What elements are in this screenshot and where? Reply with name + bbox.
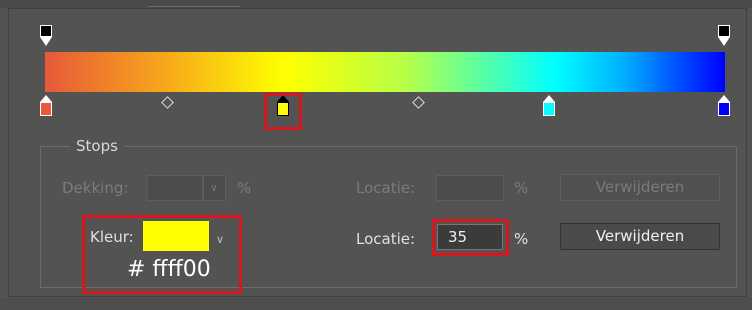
opacity-location-label: Locatie: [356, 179, 416, 197]
opacity-input[interactable] [147, 175, 203, 201]
color-highlight [82, 215, 242, 294]
color-stop-pointer [718, 95, 730, 102]
color-stop-pointer [543, 95, 555, 102]
top-edge [0, 0, 752, 8]
opacity-location-input[interactable] [436, 175, 504, 201]
bottom-strip [0, 298, 752, 310]
color-stop-2[interactable] [543, 95, 555, 120]
chevron-down-icon: ∨ [210, 181, 219, 194]
color-stop-0[interactable] [40, 95, 52, 120]
location-highlight [432, 219, 509, 256]
color-stop-swatch [543, 102, 555, 116]
opacity-stop-pointer [718, 37, 730, 46]
color-stop-3[interactable] [718, 95, 730, 120]
color-stop-swatch [718, 102, 730, 116]
opacity-label: Dekking: [62, 179, 129, 197]
opacity-stop-right[interactable] [718, 25, 730, 48]
gradient-bar[interactable] [45, 52, 725, 92]
stops-group-title: Stops [70, 137, 124, 155]
opacity-stop-left[interactable] [40, 25, 52, 48]
opacity-delete-button[interactable]: Verwijderen [560, 174, 720, 201]
opacity-unit: % [237, 179, 252, 197]
color-location-label: Locatie: [356, 230, 416, 248]
opacity-location-unit: % [514, 179, 529, 197]
opacity-stop-square [718, 25, 730, 37]
opacity-dropdown[interactable]: ∨ [203, 175, 226, 201]
color-stop-pointer [40, 95, 52, 102]
color-stop-swatch [40, 102, 52, 116]
selected-stop-highlight [264, 93, 302, 130]
opacity-stop-square [40, 25, 52, 37]
top-tab-notch [148, 0, 240, 7]
color-delete-button[interactable]: Verwijderen [560, 223, 720, 250]
opacity-stop-pointer [40, 37, 52, 46]
color-location-unit: % [514, 230, 529, 248]
